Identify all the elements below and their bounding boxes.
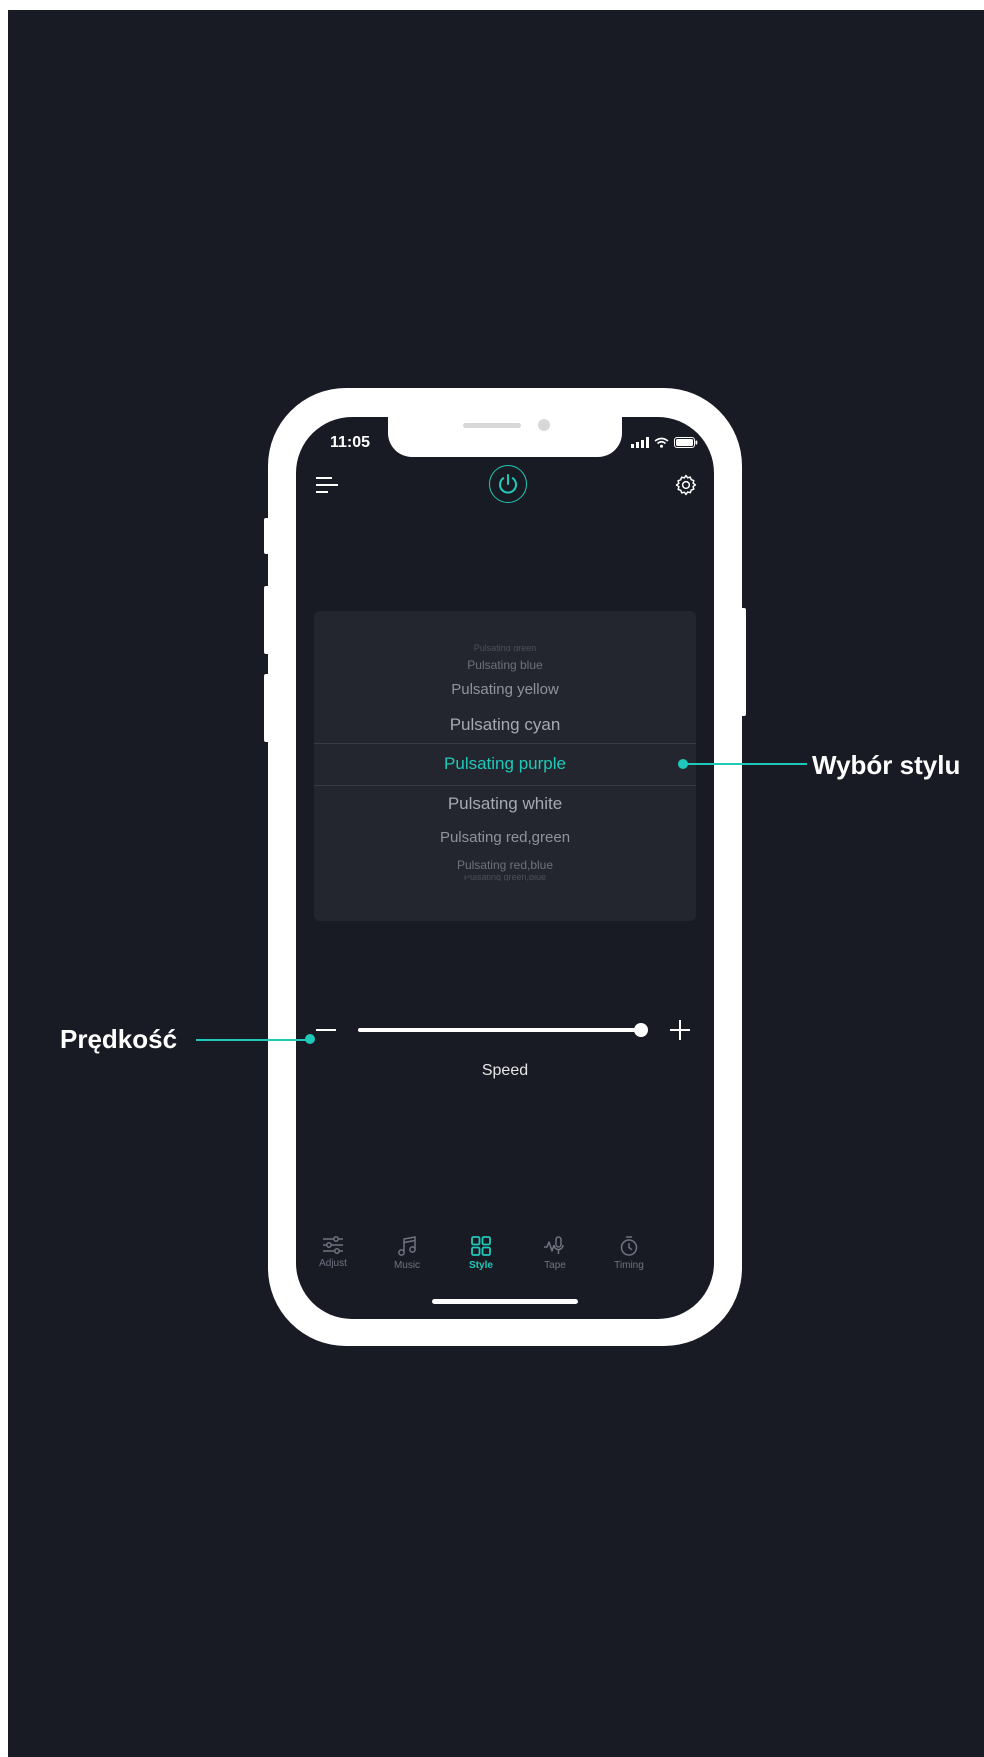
tab-tape[interactable]: Tape xyxy=(525,1235,585,1271)
speed-increase-button[interactable] xyxy=(670,1020,690,1040)
speaker-grille xyxy=(463,423,521,428)
tab-adjust[interactable]: Adjust xyxy=(303,1235,363,1269)
mute-switch xyxy=(264,518,270,554)
picker-item[interactable]: Pulsating red,blue xyxy=(314,858,696,872)
mic-wave-icon xyxy=(544,1236,564,1254)
tab-label: Timing xyxy=(614,1260,644,1271)
tab-style[interactable]: Style xyxy=(451,1235,511,1271)
speed-annotation-label: Prędkość xyxy=(60,1024,178,1054)
picker-item[interactable]: Pulsating green xyxy=(314,644,696,651)
picker-item-selected[interactable]: Pulsating purple xyxy=(314,754,696,774)
picker-item[interactable]: Pulsating green,blue xyxy=(314,875,696,881)
speed-annotation-line xyxy=(196,1039,310,1041)
speed-label: Speed xyxy=(481,1062,529,1079)
signal-icon xyxy=(631,437,649,448)
timer-icon xyxy=(620,1236,638,1256)
status-time: 11:05 xyxy=(330,434,371,451)
power-icon xyxy=(499,474,517,494)
status-icons xyxy=(631,437,698,448)
wifi-icon xyxy=(654,437,669,448)
style-picker[interactable]: Pulsating green Pulsating blue Pulsating… xyxy=(314,611,696,921)
speed-annotation-dot xyxy=(305,1034,315,1044)
tab-label: Adjust xyxy=(319,1258,347,1269)
tab-label: Music xyxy=(393,1260,421,1271)
picker-item[interactable]: Pulsating blue xyxy=(314,658,696,672)
menu-icon[interactable] xyxy=(316,475,340,497)
style-annotation-line xyxy=(683,763,807,765)
selection-line-top xyxy=(314,743,696,744)
picker-item[interactable]: Pulsating cyan xyxy=(314,715,696,735)
style-annotation-label: Wybór stylu xyxy=(812,750,961,780)
volume-up-button xyxy=(264,586,270,654)
app-screen: 11:05 Pulsating green Pulsating blue Pul… xyxy=(296,417,714,1319)
grid-icon xyxy=(471,1236,491,1256)
tab-timing[interactable]: Timing xyxy=(599,1235,659,1271)
notch xyxy=(388,417,622,457)
home-indicator xyxy=(432,1299,578,1304)
picker-item[interactable]: Pulsating red,green xyxy=(314,829,696,846)
speed-slider-track[interactable] xyxy=(358,1028,644,1032)
selection-line-bottom xyxy=(314,785,696,786)
music-icon xyxy=(398,1236,416,1256)
power-button[interactable] xyxy=(489,465,527,503)
tab-label: Style xyxy=(469,1260,493,1271)
sliders-icon xyxy=(323,1236,343,1254)
front-camera xyxy=(538,419,550,431)
speed-decrease-button[interactable] xyxy=(316,1029,336,1031)
gear-icon[interactable] xyxy=(674,473,698,497)
volume-down-button xyxy=(264,674,270,742)
speed-slider-thumb[interactable] xyxy=(634,1023,648,1037)
power-side-button xyxy=(740,608,746,716)
tab-label: Tape xyxy=(544,1260,566,1271)
tab-music[interactable]: Music xyxy=(377,1235,437,1271)
picker-item[interactable]: Pulsating white xyxy=(314,794,696,814)
picker-item[interactable]: Pulsating yellow xyxy=(314,681,696,698)
battery-icon xyxy=(674,437,698,448)
